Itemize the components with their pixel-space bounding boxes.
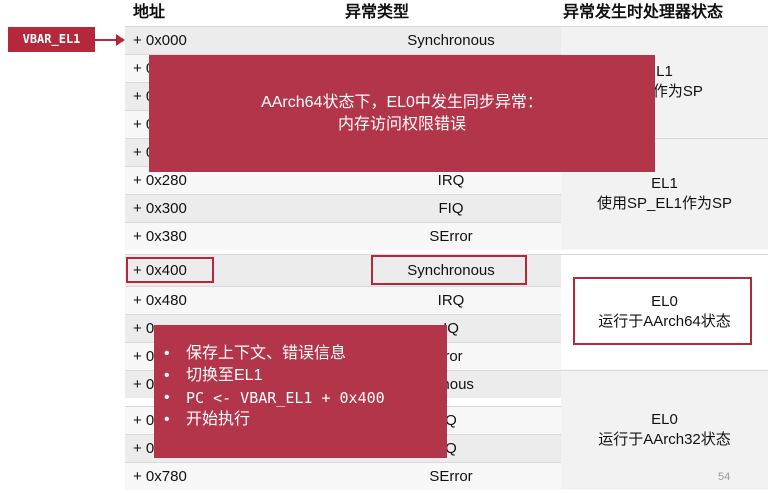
row-address: + 0x300 xyxy=(133,200,187,217)
callout-line: 内存访问权限错误 xyxy=(337,115,466,133)
header-address: 地址 xyxy=(133,4,166,21)
row-address: + 0x000 xyxy=(133,32,187,49)
bullet-icon: • xyxy=(164,367,170,384)
row-address: + 0 xyxy=(133,320,155,337)
row-address: + 0x380 xyxy=(133,228,187,245)
row-type: SError xyxy=(429,228,473,245)
row-address: + 0 xyxy=(133,412,155,429)
row-type: SError xyxy=(429,468,473,485)
header-exception-type: 异常类型 xyxy=(345,4,410,21)
highlight-address-0x400 xyxy=(126,257,214,283)
list-item: • 开始执行 xyxy=(164,409,447,431)
header-processor-state: 异常发生时处理器状态 xyxy=(563,4,724,21)
list-item: • 保存上下文、错误信息 xyxy=(164,343,447,365)
bullet-icon: • xyxy=(164,345,170,362)
state-line: EL0 xyxy=(651,411,678,428)
highlight-state-aarch64 xyxy=(573,277,752,345)
row-type: FIQ xyxy=(438,200,464,217)
row-address: + 0x780 xyxy=(133,468,187,485)
step-text: 保存上下文、错误信息 xyxy=(186,345,347,362)
highlight-type-synchronous xyxy=(371,255,527,285)
callout-line: AArch64状态下，EL0中发生同步异常： xyxy=(261,93,543,111)
bullet-icon: • xyxy=(164,389,170,406)
step-text: PC <- VBAR_EL1 + 0x400 xyxy=(186,389,385,407)
step-text: 开始执行 xyxy=(186,411,251,428)
list-item: • 切换至EL1 xyxy=(164,365,447,387)
page-number: 54 xyxy=(718,471,731,483)
state-line: EL1 xyxy=(651,175,678,192)
row-type: Synchronous xyxy=(407,32,495,49)
row-address: + 0 xyxy=(133,376,155,393)
vbar-el1-label: VBAR_EL1 xyxy=(8,27,95,52)
state-line: 运行于AArch32状态 xyxy=(598,431,731,448)
state-line: 使用SP_EL1作为SP xyxy=(596,195,733,212)
exception-callout: AArch64状态下，EL0中发生同步异常： 内存访问权限错误 xyxy=(149,55,655,172)
step-text: 切换至EL1 xyxy=(186,367,263,384)
handling-steps-callout: • 保存上下文、错误信息 • 切换至EL1 • PC <- VBAR_EL1 +… xyxy=(154,325,447,458)
list-item: • PC <- VBAR_EL1 + 0x400 xyxy=(164,387,447,409)
bullet-icon: • xyxy=(164,411,170,428)
row-type: IRQ xyxy=(437,292,465,309)
arrow-right-icon xyxy=(116,34,125,46)
row-address: + 0x480 xyxy=(133,292,187,309)
row-address: + 0 xyxy=(133,348,155,365)
row-address: + 0 xyxy=(133,440,155,457)
state-group-el0-aarch32: EL0 运行于AArch32状态 xyxy=(561,371,768,489)
